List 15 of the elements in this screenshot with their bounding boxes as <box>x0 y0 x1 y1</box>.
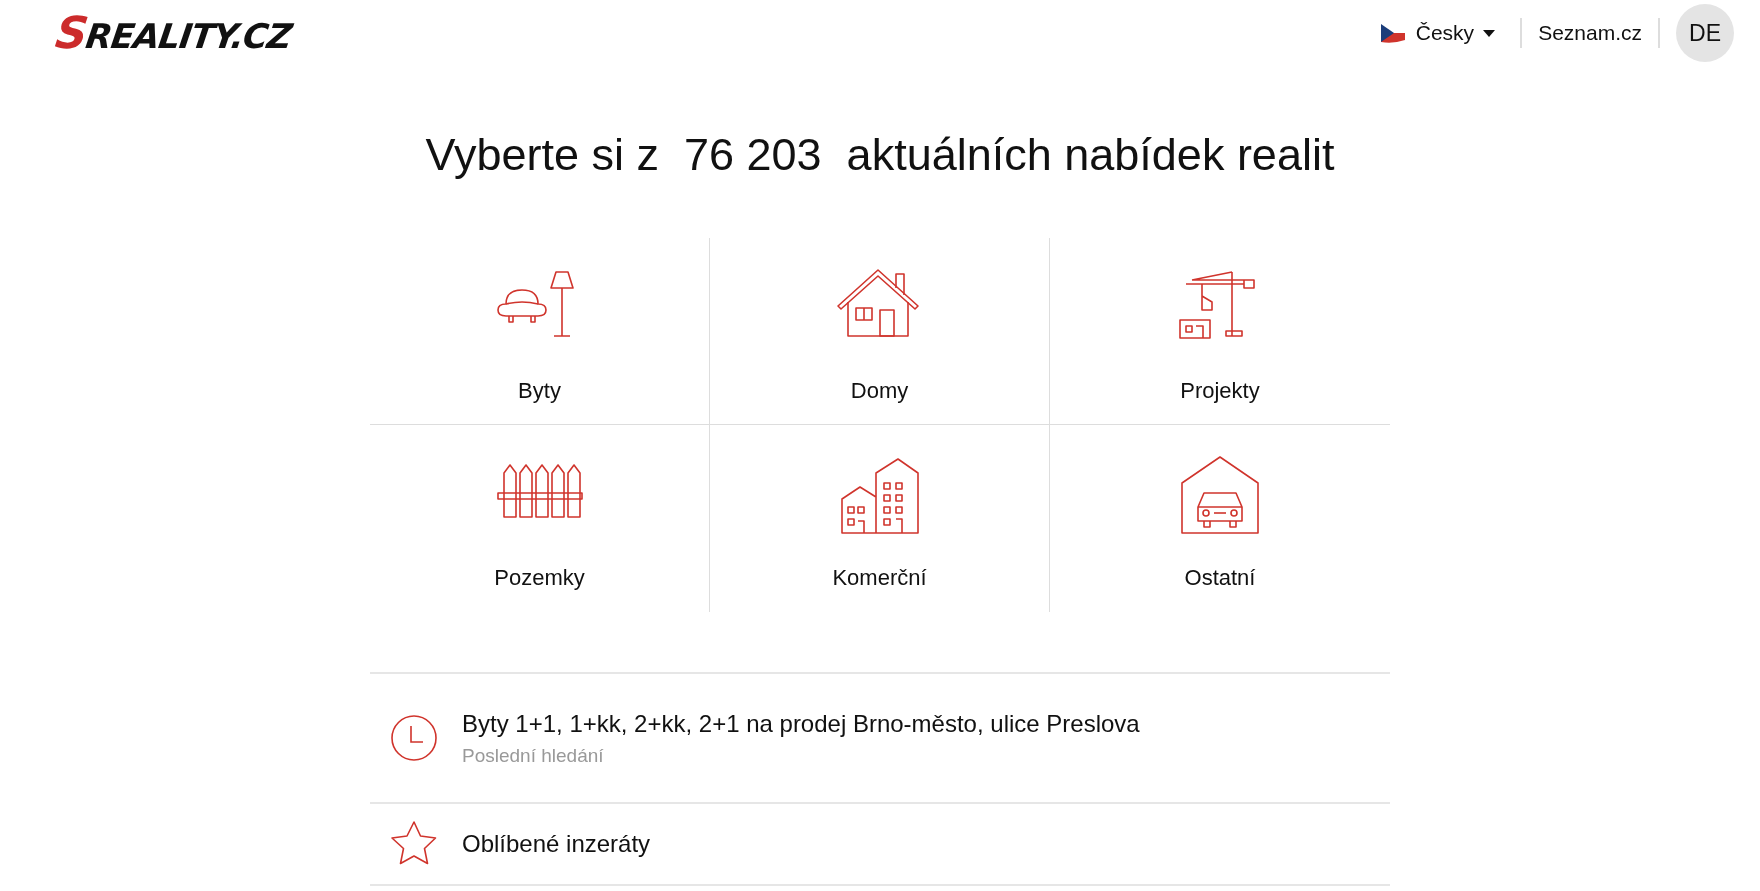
language-selector[interactable]: Česky <box>1377 17 1497 49</box>
portal-link[interactable]: Seznam.cz <box>1538 17 1642 49</box>
category-tile[interactable]: Pozemky <box>370 425 710 612</box>
favorites-item[interactable]: Oblíbené inzeráty <box>370 804 1390 886</box>
caret-icon <box>1482 28 1497 38</box>
category-tile[interactable]: Byty <box>370 238 710 425</box>
headline: Vyberte si z 76 203 aktuálních nabídek realit <box>424 128 1336 182</box>
logo[interactable]: SREALITY.CZ <box>52 11 295 55</box>
category-tile[interactable]: Komerční <box>710 425 1050 612</box>
clock-icon <box>390 714 438 762</box>
user-avatar[interactable]: DE <box>1676 4 1734 62</box>
category-tile[interactable]: Domy <box>710 238 1050 425</box>
category-tile[interactable]: Ostatní <box>1050 425 1390 612</box>
recent-search-item[interactable]: Byty 1+1, 1+kk, 2+kk, 2+1 na prodej Brno-město, ulice Preslova Poslední hledání <box>370 674 1390 804</box>
category-tile[interactable]: Projekty <box>1050 238 1390 425</box>
